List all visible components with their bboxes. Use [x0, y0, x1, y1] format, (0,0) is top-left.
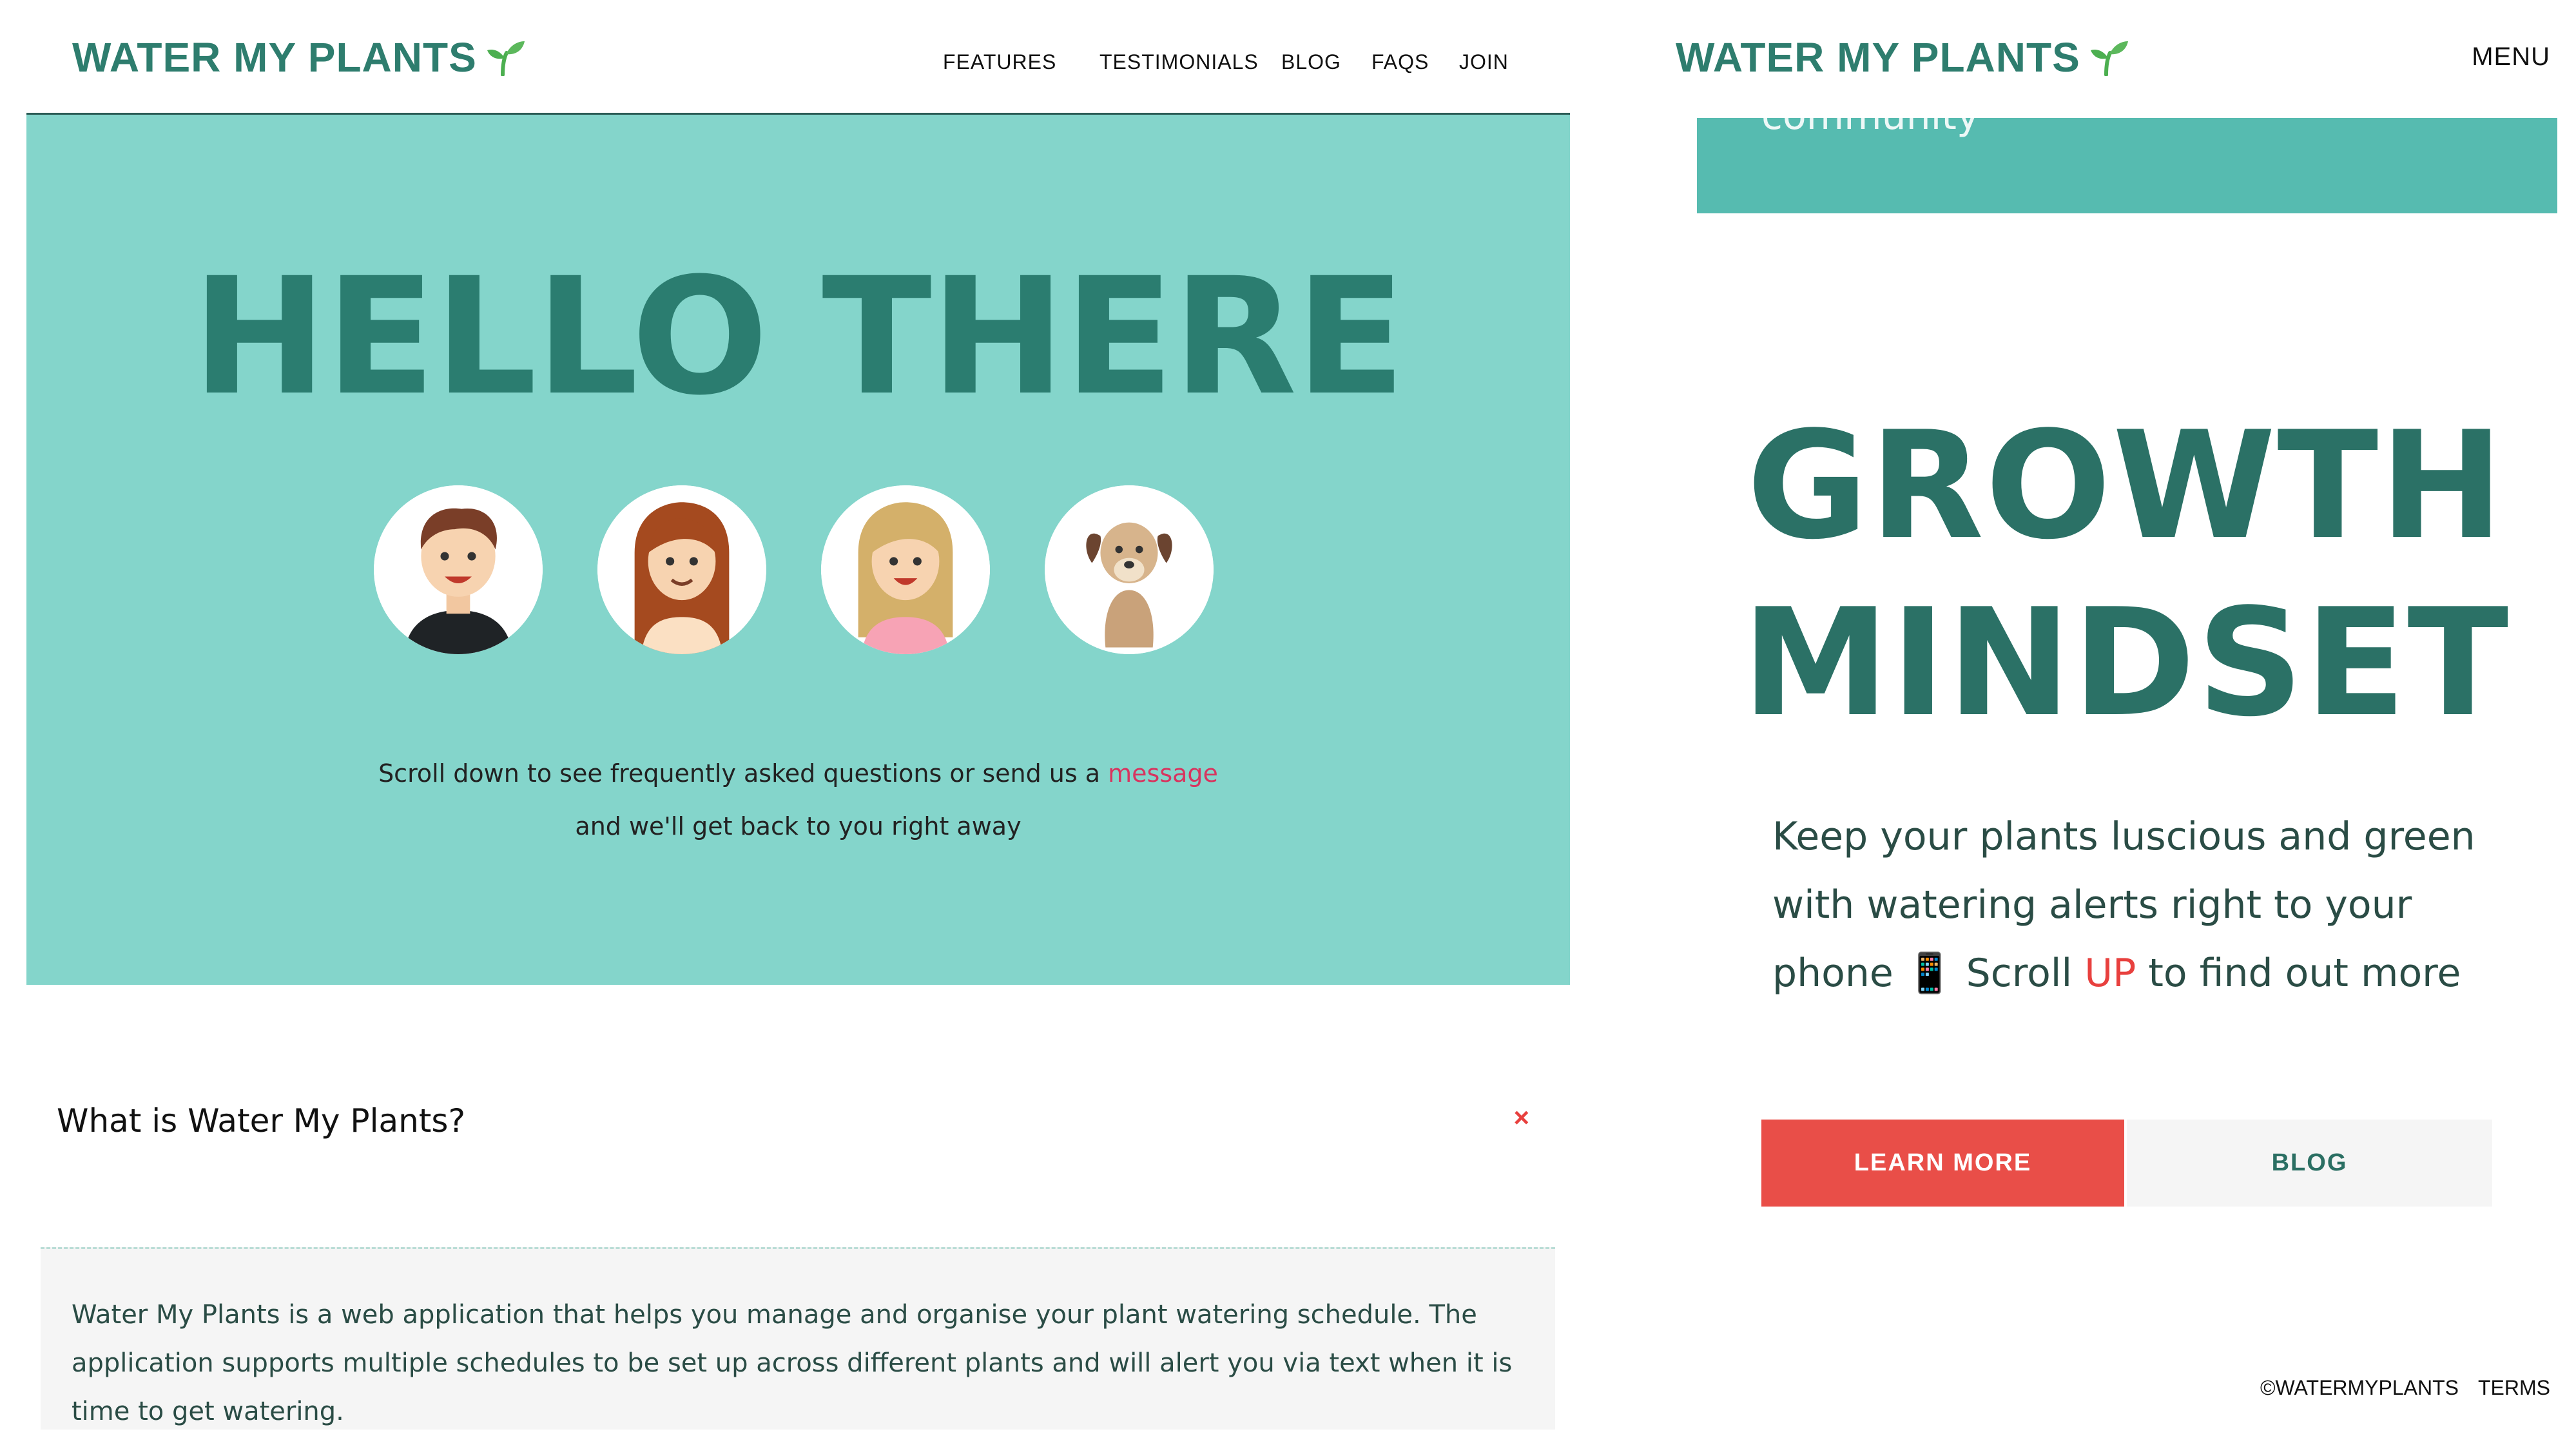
close-icon[interactable]: × — [1513, 1102, 1529, 1133]
footer-copyright: ©WATERMYPLANTS — [2260, 1376, 2459, 1399]
site-header: WATER MY PLANTS FEATURES TESTIMONIALS BL… — [0, 0, 1585, 115]
woman-blonde-avatar — [821, 485, 990, 654]
title-line-1: GROWTH — [1747, 400, 2505, 572]
menu-button[interactable]: MENU — [2472, 43, 2550, 72]
sprout-icon — [487, 41, 525, 76]
home-page-mobile: WATER MY PLANTS MENU community GROWTH MI… — [1676, 0, 2576, 1415]
hero-title: HELLO THERE — [191, 243, 1406, 431]
message-link[interactable]: message — [1108, 759, 1218, 788]
tagline-end: to find out more — [2148, 951, 2461, 996]
logo-text: WATER MY PLANTS — [72, 34, 477, 81]
title-line-2: MINDSET — [1741, 577, 2510, 750]
faq-answer-text: Water My Plants is a web application tha… — [72, 1300, 1513, 1426]
tagline-scroll: Scroll — [1966, 951, 2073, 996]
nav-testimonials[interactable]: TESTIMONIALS — [1099, 50, 1259, 74]
nav-features[interactable]: FEATURES — [943, 50, 1056, 74]
learn-more-button[interactable]: LEARN MORE — [1761, 1120, 2124, 1207]
faq-answer: Water My Plants is a web application tha… — [41, 1247, 1555, 1430]
dog-avatar — [1045, 485, 1214, 654]
nav-blog[interactable]: BLOG — [1281, 50, 1341, 74]
site-header-mobile: WATER MY PLANTS MENU — [1676, 0, 2576, 115]
faq-item: What is Water My Plants? × Water My Plan… — [41, 1057, 1555, 1430]
faq-page: WATER MY PLANTS FEATURES TESTIMONIALS BL… — [0, 0, 1585, 1430]
footer-terms-link[interactable]: TERMS — [2478, 1376, 2550, 1400]
nav-join[interactable]: JOIN — [1459, 50, 1509, 74]
logo-text: WATER MY PLANTS — [1676, 34, 2080, 81]
nav-faqs[interactable]: FAQS — [1371, 50, 1429, 74]
sprout-icon — [2090, 41, 2128, 76]
hero-section: HELLO THERE Scroll down to see frequentl… — [26, 115, 1570, 985]
phone-icon: 📱 — [1905, 951, 1954, 996]
tagline: Keep your plants luscious and green with… — [1772, 802, 2513, 1007]
banner-text: community — [1761, 118, 1979, 139]
tagline-up: UP — [2084, 951, 2136, 996]
woman-redhead-avatar — [597, 485, 766, 654]
blog-button[interactable]: BLOG — [2127, 1120, 2492, 1207]
teal-banner: community — [1697, 118, 2557, 213]
faq-question[interactable]: What is Water My Plants? — [57, 1102, 465, 1140]
footer: ©WATERMYPLANTS TERMS — [2260, 1376, 2550, 1400]
hero-line1-text: Scroll down to see frequently asked ques… — [378, 759, 1101, 788]
site-logo[interactable]: WATER MY PLANTS — [1676, 34, 2129, 81]
banner-clip: community — [1697, 118, 2557, 213]
hero-message-line: Scroll down to see frequently asked ques… — [26, 759, 1570, 788]
man-avatar — [374, 485, 543, 654]
hero-line2-text: and we'll get back to you right away — [575, 812, 1022, 840]
site-logo[interactable]: WATER MY PLANTS — [72, 34, 526, 81]
